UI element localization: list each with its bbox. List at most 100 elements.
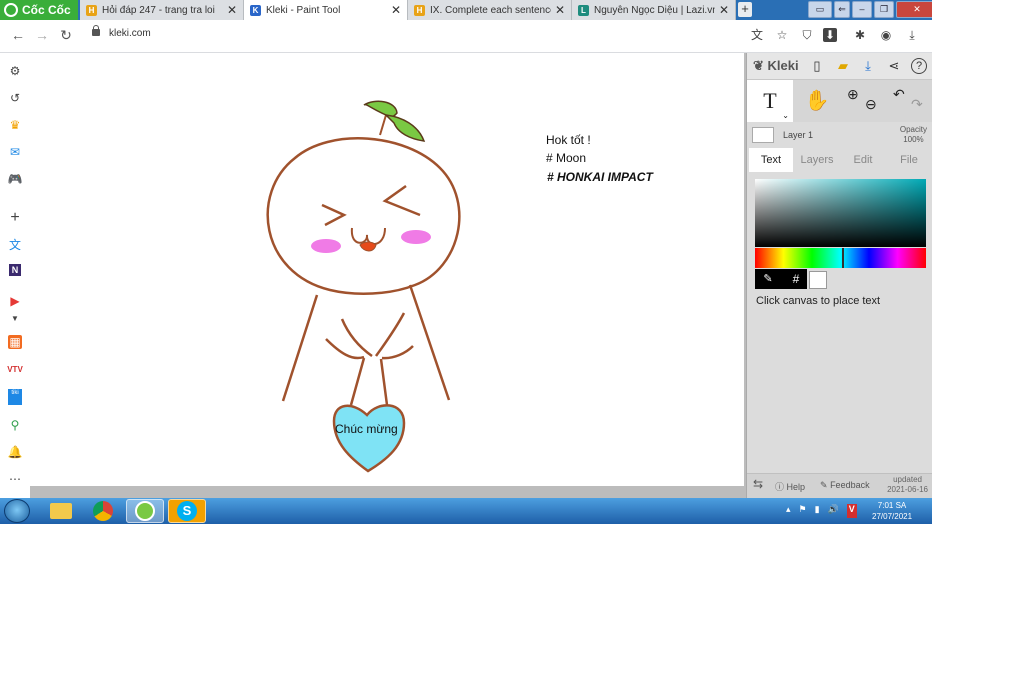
tab-lazi[interactable]: L Nguyễn Ngọc Diệu | Lazi.vn ✕	[572, 0, 736, 20]
kleki-logo[interactable]: ❦ Kleki	[753, 58, 799, 74]
onenote-icon[interactable]: N	[9, 264, 21, 276]
url-field[interactable]: kleki.com	[109, 28, 151, 39]
arm-right	[374, 312, 414, 360]
lock-icon	[92, 25, 100, 36]
chevron-down-icon[interactable]: ▼	[7, 311, 23, 327]
color-saturation-picker[interactable]	[755, 179, 926, 247]
close-icon[interactable]: ✕	[227, 3, 237, 17]
close-icon[interactable]: ✕	[555, 3, 565, 17]
download-page-icon[interactable]: ⬇	[823, 28, 837, 42]
tab-kleki[interactable]: K Kleki - Paint Tool ✕	[244, 0, 408, 20]
browser-brand[interactable]: Cốc Cốc	[0, 0, 78, 20]
hand-tool-icon[interactable]: ✋	[795, 80, 839, 122]
restore-icon[interactable]: ❐	[874, 1, 894, 18]
add-icon[interactable]: +	[7, 210, 23, 226]
feedback-link[interactable]: ✎ Feedback	[820, 480, 870, 491]
text-tool-button[interactable]: T ⌄	[747, 80, 793, 122]
open-folder-icon[interactable]: ▰	[835, 58, 851, 74]
clock[interactable]: 7:01 SA 27/07/2021	[872, 500, 912, 522]
save-download-icon[interactable]: ⤓	[860, 58, 876, 74]
shield-icon[interactable]: ⛉	[800, 28, 814, 42]
downloads-icon[interactable]: ⤓	[905, 28, 919, 42]
game-icon[interactable]: 🎮	[7, 171, 23, 187]
translate-sidebar-icon[interactable]: 文	[7, 237, 23, 253]
profile-window-icon[interactable]: ▭	[808, 1, 832, 18]
tab-complete-sentence[interactable]: H IX. Complete each sentence ✕	[408, 0, 572, 20]
canvas-text-line2: # Moon	[546, 151, 587, 165]
chrome-taskbar-icon[interactable]	[84, 499, 122, 523]
window-controls: ▭ ⇐ – ❐ ✕	[808, 1, 932, 18]
start-button[interactable]	[4, 499, 30, 523]
forward-icon[interactable]: →	[34, 27, 50, 43]
layer-name: Layer 1	[783, 130, 814, 140]
chevron-down-icon: ⌄	[782, 111, 789, 120]
tab-title: Nguyễn Ngọc Diệu | Lazi.vn	[594, 4, 715, 16]
crown-icon[interactable]: ♛	[7, 117, 23, 133]
back-icon[interactable]: ←	[10, 27, 26, 43]
undo-icon[interactable]: ↶	[893, 86, 905, 103]
close-icon[interactable]: ✕	[391, 3, 401, 17]
more-icon[interactable]: ⋯	[7, 471, 23, 487]
skype-taskbar-icon[interactable]: S	[168, 499, 206, 523]
antivirus-icon[interactable]: V	[846, 504, 857, 518]
zoom-out-icon[interactable]: ⊖	[865, 96, 877, 113]
minimize-icon[interactable]: –	[852, 1, 872, 18]
eyedropper-icon[interactable]: ✎	[761, 271, 775, 287]
stem	[379, 114, 387, 136]
tab-file[interactable]: File	[887, 148, 931, 172]
bookmark-star-icon[interactable]: ☆	[775, 28, 789, 42]
panel-tabs: Text Layers Edit File	[747, 148, 932, 172]
reload-icon[interactable]: ↻	[58, 27, 74, 43]
tiki-icon[interactable]: tiki	[8, 389, 22, 405]
network-icon[interactable]: ▮	[815, 504, 820, 518]
extension-badge-icon[interactable]: ⚲	[7, 417, 23, 433]
account-icon[interactable]: ◉	[879, 28, 893, 42]
hue-slider[interactable]	[755, 248, 926, 268]
youtube-icon[interactable]: ▶	[7, 293, 23, 309]
help-link[interactable]: ⓘ Help	[775, 480, 805, 493]
body-right	[408, 284, 451, 401]
explorer-taskbar-icon[interactable]	[42, 499, 80, 523]
eye-left	[321, 203, 347, 227]
hue-slider-handle[interactable]	[842, 248, 844, 268]
close-icon[interactable]: ✕	[719, 3, 729, 17]
help-icon[interactable]: ?	[911, 58, 927, 74]
translate-icon[interactable]: 文	[750, 28, 764, 42]
back-window-icon[interactable]: ⇐	[834, 1, 850, 18]
current-color-swatch[interactable]	[809, 271, 827, 289]
layer-row[interactable]: Layer 1 Opacity 100%	[747, 123, 932, 147]
shopping-icon[interactable]: ▦	[8, 335, 22, 349]
history-icon[interactable]: ↺	[7, 90, 23, 106]
redo-icon[interactable]: ↷	[911, 96, 923, 113]
settings-icon[interactable]: ⚙	[7, 63, 23, 79]
tab-hoidap[interactable]: H Hỏi đáp 247 - trang tra loi ✕	[80, 0, 244, 20]
tray-expand-icon[interactable]: ▴	[786, 504, 791, 518]
zoom-controls: ⊕ ⊖	[841, 80, 885, 122]
notification-bell-icon[interactable]: 🔔	[7, 444, 23, 460]
heart-text: Chúc mừng	[335, 422, 398, 436]
tab-text[interactable]: Text	[749, 148, 793, 172]
clock-time: 7:01 SA	[877, 501, 907, 510]
drawing-canvas[interactable]: Hok tốt ! # Moon # HONKAI IMPACT Chúc mừ…	[30, 53, 744, 486]
tab-edit[interactable]: Edit	[841, 148, 885, 172]
tab-layers[interactable]: Layers	[795, 148, 839, 172]
coccoc-taskbar-icon[interactable]	[126, 499, 164, 523]
swap-panel-icon[interactable]: ⇆	[753, 477, 763, 491]
address-bar: ← → ↻ kleki.com 文 ☆ ⛉ ⬇ ✱ ◉ ⤓	[0, 20, 932, 53]
action-center-icon[interactable]: ⚑	[799, 504, 807, 518]
skype-icon: S	[177, 501, 197, 521]
taskbar: S ▴ ⚑ ▮ 🔊 V 7:01 SA 27/07/2021	[0, 498, 932, 524]
vtv-icon[interactable]: VTV	[7, 362, 23, 378]
messenger-icon[interactable]: ✉	[7, 144, 23, 160]
zoom-in-icon[interactable]: ⊕	[847, 86, 859, 103]
heart-strings	[349, 357, 389, 406]
new-image-icon[interactable]: ▯	[809, 58, 825, 74]
extensions-icon[interactable]: ✱	[853, 28, 867, 42]
hex-input-button[interactable]: #	[789, 271, 803, 287]
updated-info: updated 2021-06-16	[887, 475, 928, 495]
new-tab-button[interactable]: +	[738, 2, 752, 17]
volume-icon[interactable]: 🔊	[828, 504, 839, 518]
text-tool-icon: T	[763, 88, 777, 113]
share-icon[interactable]: ⋖	[886, 58, 902, 74]
close-window-icon[interactable]: ✕	[896, 1, 932, 18]
